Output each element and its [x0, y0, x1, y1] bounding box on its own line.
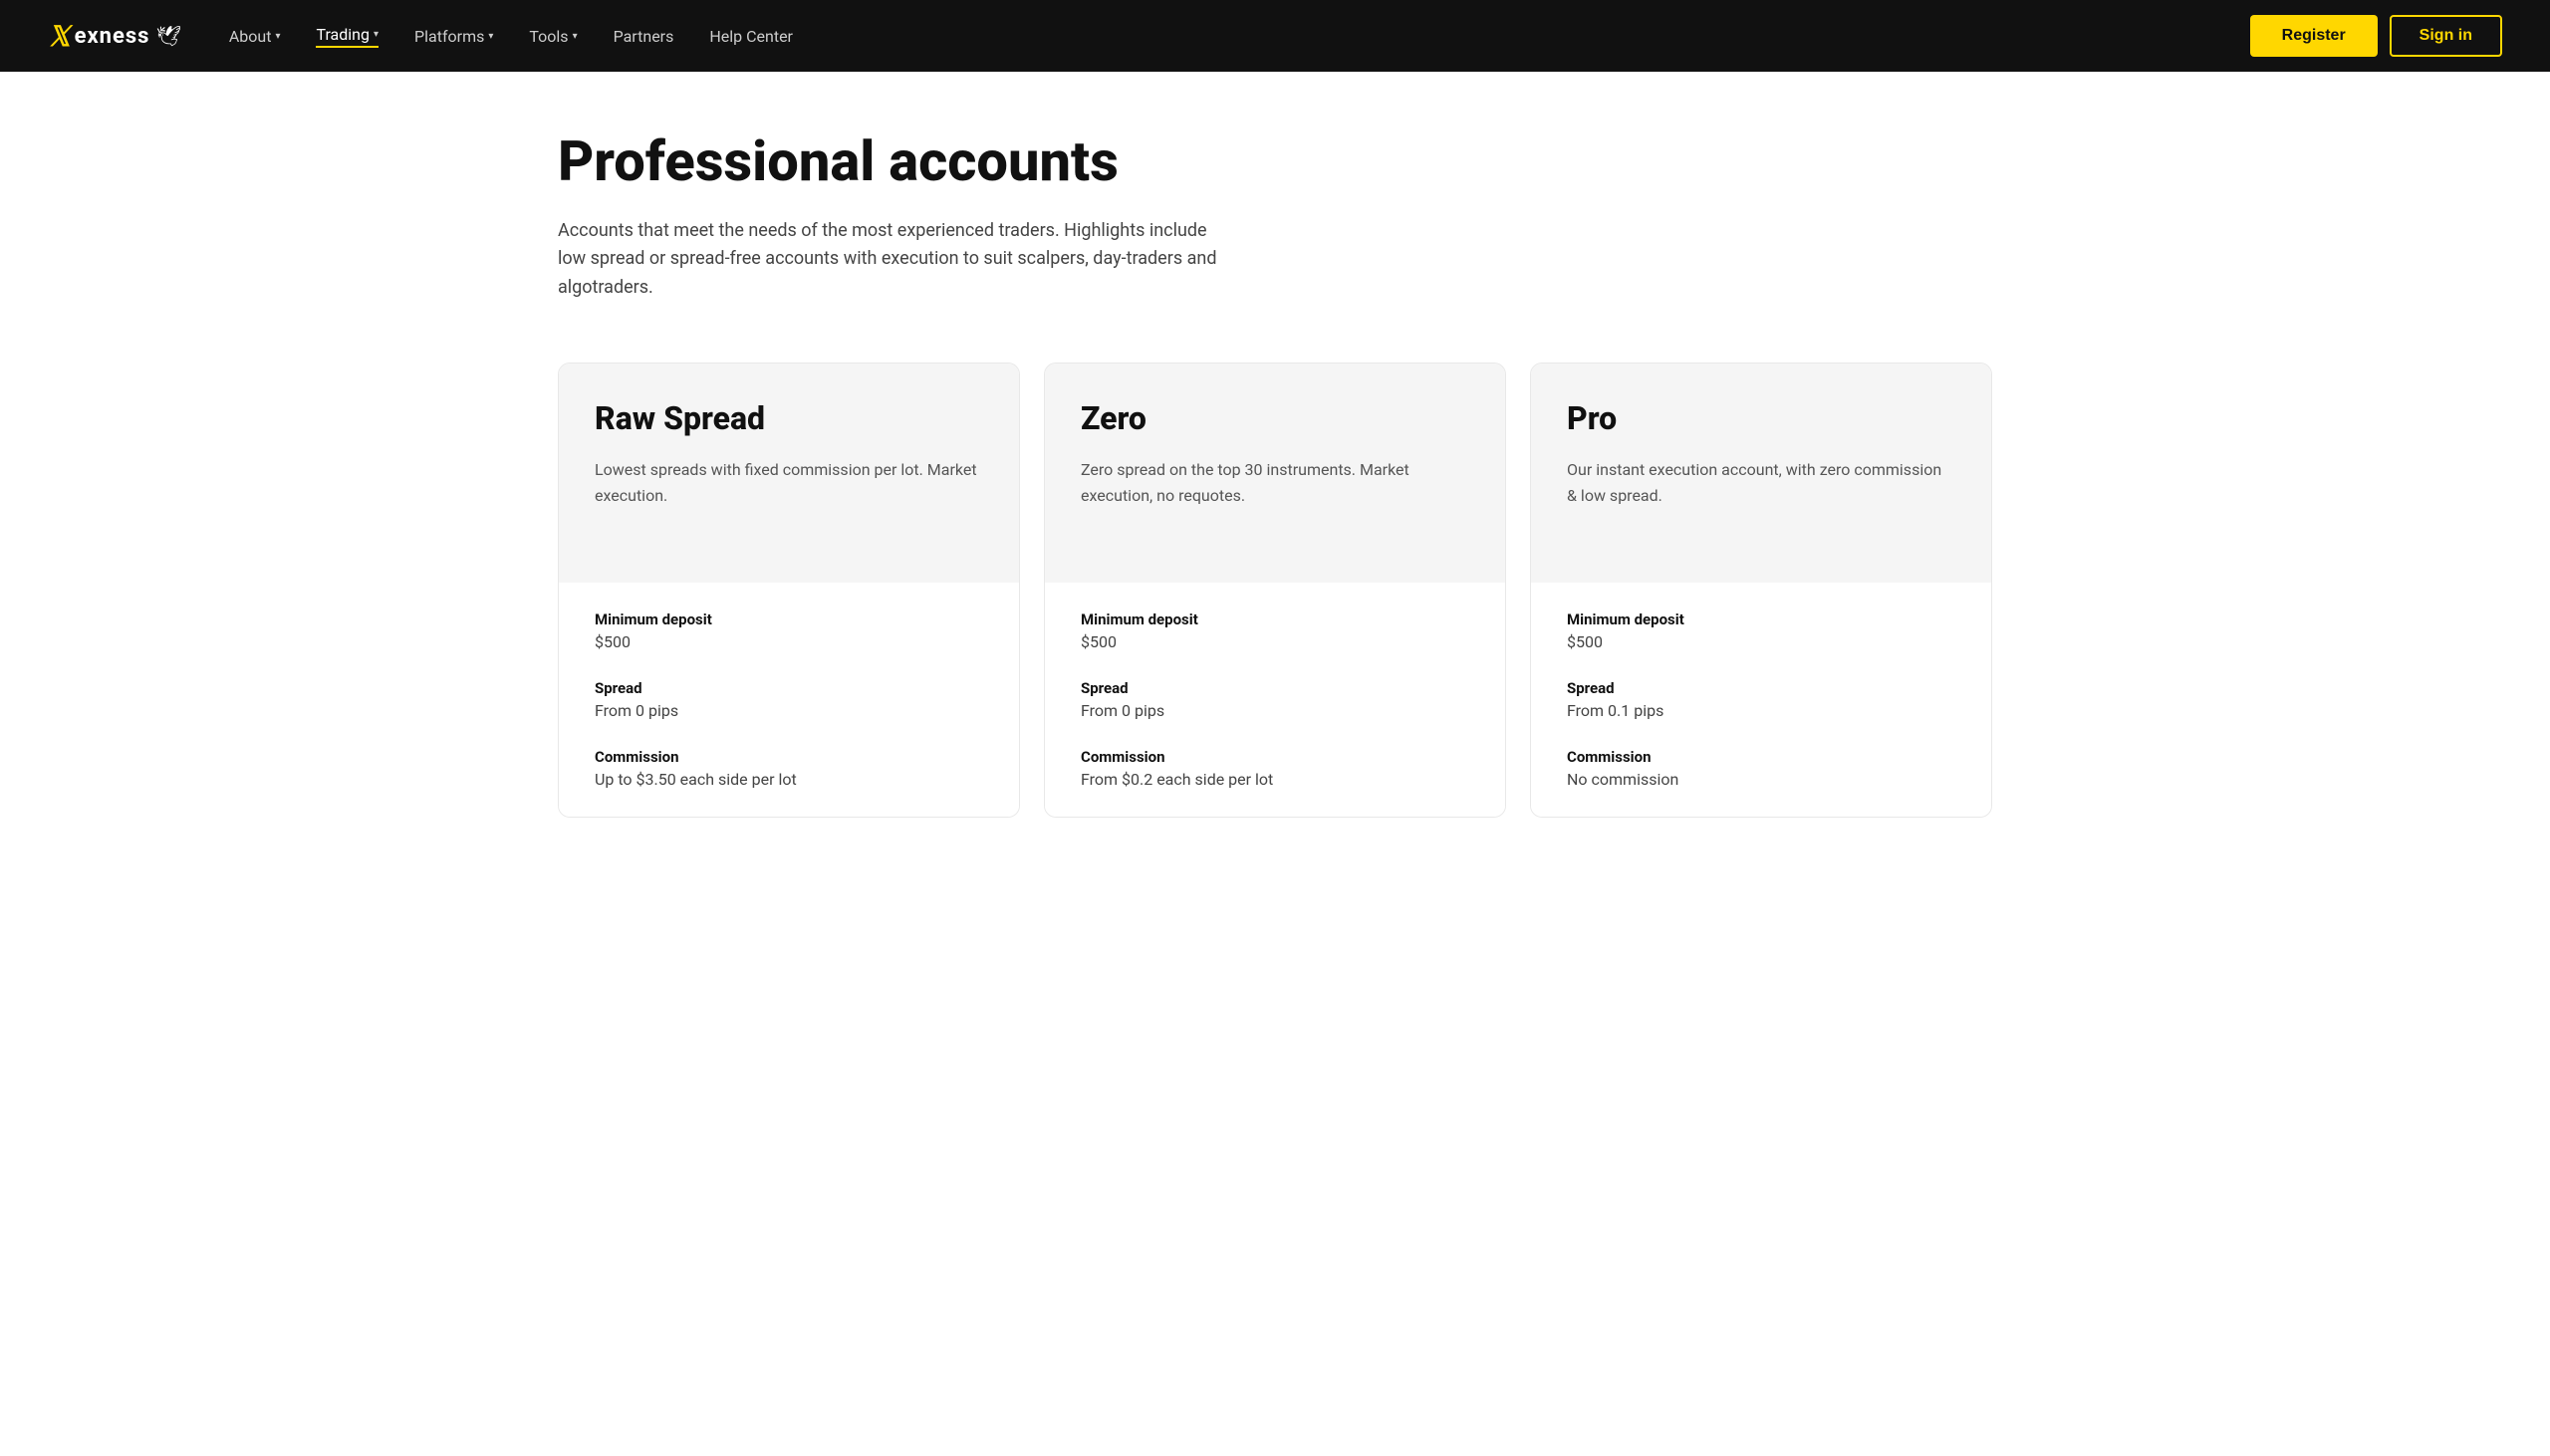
card-header-raw-spread: Raw Spread Lowest spreads with fixed com…: [559, 364, 1019, 583]
nav-link-platforms[interactable]: Platforms ▾: [414, 27, 493, 46]
register-button[interactable]: Register: [2250, 15, 2378, 57]
logo[interactable]: 𝕏 exness 🕊: [48, 20, 181, 53]
detail-spread-pro: Spread From 0.1 pips: [1567, 679, 1955, 720]
nav-label-tools: Tools: [529, 27, 568, 46]
detail-min-deposit-pro: Minimum deposit $500: [1567, 610, 1955, 651]
nav-link-about[interactable]: About ▾: [229, 27, 281, 46]
detail-value-commission-zero: From $0.2 each side per lot: [1081, 770, 1469, 789]
nav-label-partners: Partners: [614, 27, 674, 46]
navbar: 𝕏 exness 🕊 About ▾ Trading ▾ Platf: [0, 0, 2550, 72]
signin-button[interactable]: Sign in: [2390, 15, 2502, 57]
detail-label-spread-raw: Spread: [595, 679, 983, 697]
logo-text: exness: [75, 24, 150, 49]
page-description: Accounts that meet the needs of the most…: [558, 217, 1235, 303]
nav-link-help[interactable]: Help Center: [709, 27, 793, 46]
detail-value-spread-pro: From 0.1 pips: [1567, 701, 1955, 720]
detail-commission-zero: Commission From $0.2 each side per lot: [1081, 748, 1469, 789]
nav-link-trading[interactable]: Trading ▾: [316, 25, 379, 48]
nav-item-trading[interactable]: Trading ▾: [316, 25, 379, 48]
detail-value-min-deposit-zero: $500: [1081, 632, 1469, 651]
detail-value-spread-zero: From 0 pips: [1081, 701, 1469, 720]
detail-value-commission-raw: Up to $3.50 each side per lot: [595, 770, 983, 789]
card-details-zero: Minimum deposit $500 Spread From 0 pips …: [1045, 583, 1505, 817]
chevron-down-icon: ▾: [573, 31, 578, 42]
nav-item-help[interactable]: Help Center: [709, 27, 793, 46]
card-description-raw-spread: Lowest spreads with fixed commission per…: [595, 457, 983, 508]
detail-spread-raw: Spread From 0 pips: [595, 679, 983, 720]
navbar-left: 𝕏 exness 🕊 About ▾ Trading ▾ Platf: [48, 20, 793, 53]
main-content: Professional accounts Accounts that meet…: [478, 72, 2072, 897]
nav-links: About ▾ Trading ▾ Platforms ▾ Tools: [229, 25, 793, 48]
detail-commission-raw: Commission Up to $3.50 each side per lot: [595, 748, 983, 789]
card-name-zero: Zero: [1081, 399, 1469, 437]
detail-label-spread-pro: Spread: [1567, 679, 1955, 697]
card-name-pro: Pro: [1567, 399, 1955, 437]
detail-label-commission-zero: Commission: [1081, 748, 1469, 766]
card-details-raw-spread: Minimum deposit $500 Spread From 0 pips …: [559, 583, 1019, 817]
detail-value-commission-pro: No commission: [1567, 770, 1955, 789]
nav-label-platforms: Platforms: [414, 27, 484, 46]
detail-min-deposit-raw: Minimum deposit $500: [595, 610, 983, 651]
accounts-grid: Raw Spread Lowest spreads with fixed com…: [558, 363, 1992, 818]
account-card-zero: Zero Zero spread on the top 30 instrumen…: [1044, 363, 1506, 818]
account-card-raw-spread: Raw Spread Lowest spreads with fixed com…: [558, 363, 1020, 818]
logo-x-icon: 𝕏: [48, 20, 69, 53]
detail-min-deposit-zero: Minimum deposit $500: [1081, 610, 1469, 651]
detail-value-min-deposit-raw: $500: [595, 632, 983, 651]
page-title: Professional accounts: [558, 131, 1992, 193]
account-card-pro: Pro Our instant execution account, with …: [1530, 363, 1992, 818]
card-details-pro: Minimum deposit $500 Spread From 0.1 pip…: [1531, 583, 1991, 817]
nav-label-about: About: [229, 27, 272, 46]
nav-item-platforms[interactable]: Platforms ▾: [414, 27, 493, 46]
card-description-zero: Zero spread on the top 30 instruments. M…: [1081, 457, 1469, 508]
detail-label-spread-zero: Spread: [1081, 679, 1469, 697]
detail-label-commission-pro: Commission: [1567, 748, 1955, 766]
nav-item-about[interactable]: About ▾: [229, 27, 281, 46]
detail-label-commission-raw: Commission: [595, 748, 983, 766]
nav-item-partners[interactable]: Partners: [614, 27, 674, 46]
card-header-pro: Pro Our instant execution account, with …: [1531, 364, 1991, 583]
nav-link-partners[interactable]: Partners: [614, 27, 674, 46]
nav-label-trading: Trading: [316, 25, 370, 44]
card-header-zero: Zero Zero spread on the top 30 instrumen…: [1045, 364, 1505, 583]
logo-bird-icon: 🕊: [155, 24, 180, 48]
logo-icon: 𝕏 exness 🕊: [48, 20, 181, 53]
nav-label-help: Help Center: [709, 27, 793, 46]
detail-label-min-deposit-raw: Minimum deposit: [595, 610, 983, 628]
nav-item-tools[interactable]: Tools ▾: [529, 27, 577, 46]
detail-label-min-deposit-pro: Minimum deposit: [1567, 610, 1955, 628]
detail-commission-pro: Commission No commission: [1567, 748, 1955, 789]
nav-link-tools[interactable]: Tools ▾: [529, 27, 577, 46]
card-name-raw-spread: Raw Spread: [595, 399, 983, 437]
card-description-pro: Our instant execution account, with zero…: [1567, 457, 1955, 508]
navbar-right: Register Sign in: [2250, 15, 2502, 57]
chevron-down-icon: ▾: [275, 31, 280, 42]
detail-label-min-deposit-zero: Minimum deposit: [1081, 610, 1469, 628]
detail-value-spread-raw: From 0 pips: [595, 701, 983, 720]
chevron-down-icon: ▾: [374, 29, 379, 40]
detail-value-min-deposit-pro: $500: [1567, 632, 1955, 651]
chevron-down-icon: ▾: [488, 31, 493, 42]
detail-spread-zero: Spread From 0 pips: [1081, 679, 1469, 720]
